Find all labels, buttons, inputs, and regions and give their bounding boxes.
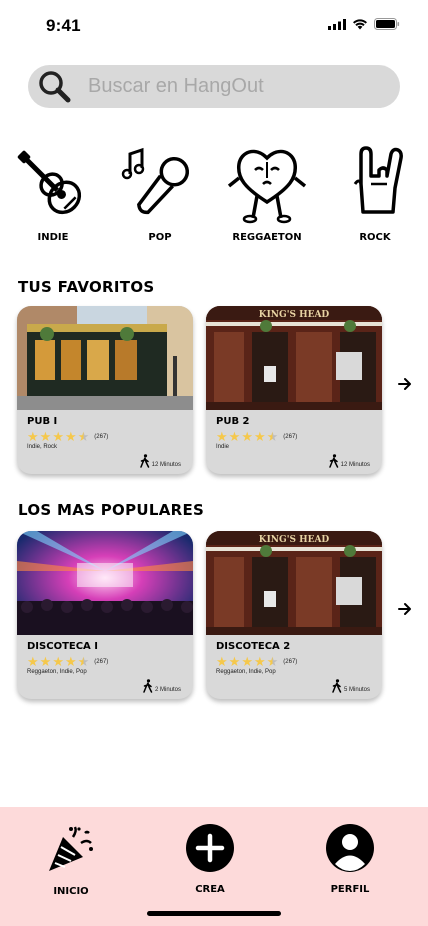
walk-time: 2 Minutos [143, 679, 181, 693]
popular-next-arrow-icon[interactable] [398, 601, 412, 617]
star-icon: ★ [52, 654, 64, 669]
venue-card-discoteca-1[interactable]: DISCOTECA I ★ ★ ★ ★ ★ (267) Reggaeton, I… [17, 531, 193, 699]
club-sign: KING'S HEAD [259, 535, 330, 545]
venue-tags: Indie, Rock [27, 444, 58, 450]
walking-icon [332, 679, 342, 693]
genre-reggaeton[interactable]: REGGAETON [222, 140, 312, 250]
venue-card-pub-2[interactable]: KING'S HEAD PUB 2 ★ ★ ★ ★ ★ (267) Indie … [206, 306, 382, 474]
star-icon: ★ [228, 654, 241, 669]
star-icon: ★ [64, 429, 77, 444]
bottom-nav: INICIO CREA PERFIL [0, 807, 428, 926]
nav-profile-label: PERFIL [330, 884, 370, 895]
venue-photo: KING'S HEAD [206, 306, 382, 410]
rating-count: (267) [283, 433, 298, 440]
nav-profile[interactable]: PERFIL [305, 823, 395, 895]
genre-label-reggaeton: REGGAETON [232, 232, 302, 243]
guitar-icon [17, 150, 82, 215]
party-popper-icon [49, 826, 93, 871]
wifi-icon [353, 19, 367, 30]
genre-label-rock: ROCK [359, 232, 391, 243]
home-indicator [147, 911, 281, 916]
star-icon: ★ [253, 654, 266, 669]
star-icon: ★ [216, 429, 228, 444]
venue-photo [17, 531, 193, 635]
half-star-icon: ★ [266, 654, 279, 669]
venue-photo: KING'S HEAD [206, 531, 382, 635]
nav-home[interactable]: INICIO [26, 823, 116, 897]
status-icons [328, 18, 400, 30]
genre-list: INDIE POP REGGAETON ROCK [0, 140, 428, 250]
signal-icon [328, 18, 346, 30]
walk-time-text: 12 Minutos [340, 462, 370, 468]
venue-card-pub-1[interactable]: PUB I ★ ★ ★ ★ ★ (267) Indie, Rock 12 Min… [17, 306, 193, 474]
heart-character-icon [227, 149, 307, 224]
nav-home-label: INICIO [53, 886, 89, 897]
venue-name: DISCOTECA 2 [216, 641, 291, 652]
half-star-icon: ★ [77, 654, 90, 669]
venue-tags: Indie [216, 444, 230, 450]
walking-icon [143, 679, 153, 693]
profile-avatar-icon [326, 824, 374, 872]
half-star-icon: ★ [266, 429, 279, 444]
star-icon: ★ [64, 654, 77, 669]
star-icon: ★ [27, 654, 39, 669]
search-bar[interactable] [28, 65, 400, 108]
venue-tags: Reggaeton, Indie, Pop [216, 669, 276, 675]
genre-pop[interactable]: POP [115, 140, 205, 250]
walking-icon [139, 454, 149, 468]
star-icon: ★ [228, 429, 241, 444]
star-icon: ★ [216, 654, 228, 669]
walk-time: 5 Minutos [332, 679, 370, 693]
status-time: 9:41 [46, 16, 81, 35]
star-icon: ★ [241, 654, 253, 669]
add-circle-icon [186, 824, 234, 872]
walk-time: 12 Minutos [139, 454, 181, 468]
half-star-icon: ★ [77, 429, 90, 444]
walking-icon [328, 454, 338, 468]
search-icon [39, 71, 71, 103]
venue-name: PUB 2 [216, 416, 250, 427]
star-icon: ★ [52, 429, 64, 444]
star-icon: ★ [39, 654, 52, 669]
star-icon: ★ [39, 429, 52, 444]
rating-stars: ★ ★ ★ ★ ★ (267) [216, 430, 297, 443]
rock-hand-icon [353, 146, 403, 214]
genre-label-indie: INDIE [37, 232, 69, 243]
status-bar: 9:41 [0, 0, 428, 50]
genre-label-pop: POP [148, 232, 172, 243]
venue-photo [17, 306, 193, 410]
rating-stars: ★ ★ ★ ★ ★ (267) [216, 655, 297, 668]
star-icon: ★ [253, 429, 266, 444]
battery-icon [374, 18, 400, 30]
nav-create-label: CREA [195, 884, 225, 895]
pub-sign: KING'S HEAD [259, 310, 330, 320]
venue-tags: Reggaeton, Indie, Pop [27, 669, 87, 675]
venue-name: PUB I [27, 416, 58, 427]
search-input[interactable] [88, 65, 388, 108]
favorites-title: TUS FAVORITOS [18, 278, 155, 296]
walk-time-text: 2 Minutos [154, 687, 181, 693]
walk-time-text: 5 Minutos [343, 687, 370, 693]
walk-time-text: 12 Minutos [151, 462, 181, 468]
nav-create[interactable]: CREA [165, 823, 255, 895]
rating-stars: ★ ★ ★ ★ ★ (267) [27, 655, 108, 668]
venue-name: DISCOTECA I [27, 641, 98, 652]
microphone-icon [121, 147, 190, 215]
popular-title: LOS MAS POPULARES [18, 501, 205, 519]
walk-time: 12 Minutos [328, 454, 370, 468]
rating-count: (267) [94, 658, 109, 665]
genre-rock[interactable]: ROCK [330, 140, 420, 250]
genre-indie[interactable]: INDIE [8, 140, 98, 250]
star-icon: ★ [241, 429, 253, 444]
rating-count: (267) [94, 433, 109, 440]
rating-count: (267) [283, 658, 298, 665]
rating-stars: ★ ★ ★ ★ ★ (267) [27, 430, 108, 443]
favorites-next-arrow-icon[interactable] [398, 376, 412, 392]
venue-card-discoteca-2[interactable]: KING'S HEAD DISCOTECA 2 ★ ★ ★ ★ ★ (267) … [206, 531, 382, 699]
star-icon: ★ [27, 429, 39, 444]
